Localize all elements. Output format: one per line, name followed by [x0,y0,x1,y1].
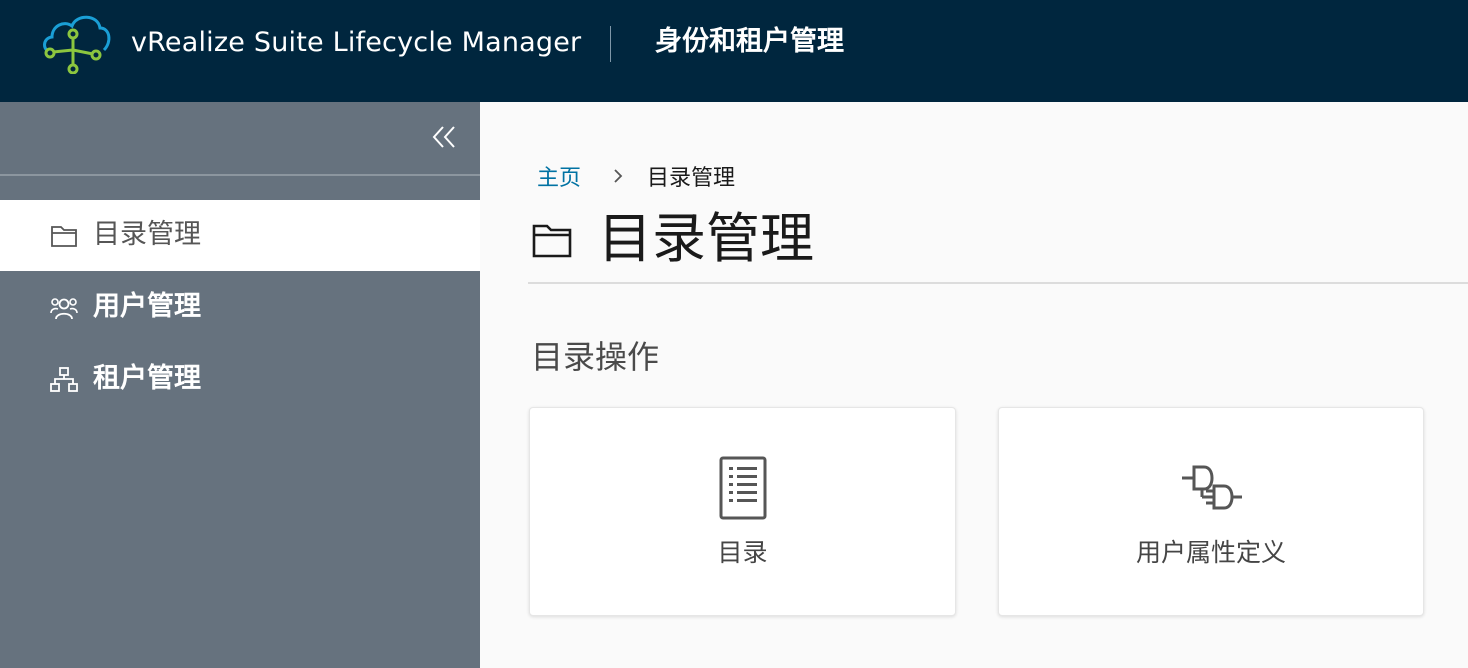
section-heading: 目录操作 [531,338,660,376]
directory-card[interactable]: 目录 [529,407,956,616]
sidebar-item-label: 租户管理 [93,363,201,394]
header-section-title: 身份和租户管理 [655,26,844,57]
breadcrumb-current: 目录管理 [647,166,736,191]
title-divider [528,282,1468,284]
folder-icon [51,226,77,247]
sidebar-item-directory-management[interactable]: 目录管理 [0,200,480,271]
header-divider [610,26,611,62]
folder-icon [532,224,572,258]
list-document-icon [719,456,766,520]
sidebar-item-user-management[interactable]: 用户管理 [0,272,480,343]
user-attribute-definition-card[interactable]: 用户属性定义 [998,407,1424,616]
sidebar-item-label: 目录管理 [93,219,201,250]
breadcrumb: 主页 目录管理 [537,160,735,192]
top-header: vRealize Suite Lifecycle Manager 身份和租户管理 [0,0,1468,102]
double-chevron-left-icon[interactable] [428,122,462,152]
plug-connector-icon [1182,465,1242,510]
sidebar-item-tenant-management[interactable]: 租户管理 [0,344,480,415]
vrealize-logo-icon[interactable] [40,12,112,74]
card-label: 用户属性定义 [1135,538,1286,567]
users-icon [50,298,78,320]
sidebar: 目录管理 用户管理 租户管理 [0,102,480,668]
chevron-right-icon [614,169,623,183]
sidebar-item-label: 用户管理 [93,291,201,322]
page-title: 目录管理 [598,207,814,270]
app-title: vRealize Suite Lifecycle Manager [131,27,582,58]
org-chart-icon [50,367,78,392]
breadcrumb-home-link[interactable]: 主页 [537,160,581,192]
card-label: 目录 [717,538,768,567]
sidebar-divider [0,174,480,176]
